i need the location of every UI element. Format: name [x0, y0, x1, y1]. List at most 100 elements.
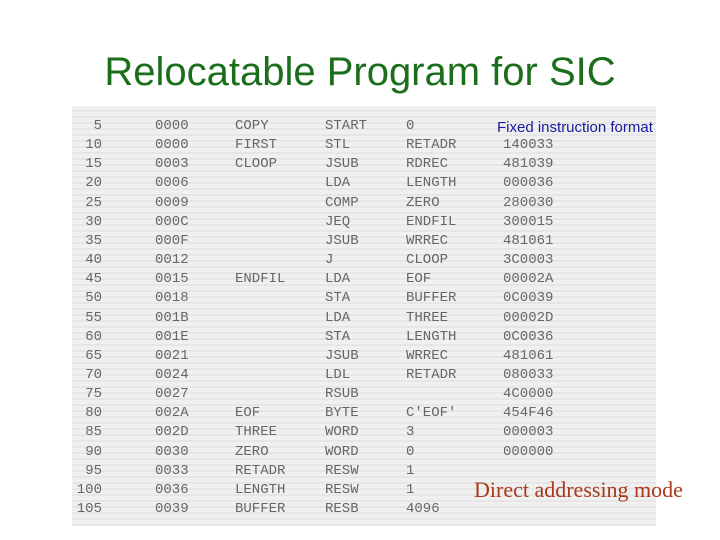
object-code: 0C0039 — [503, 290, 554, 307]
location: 0009 — [155, 194, 189, 211]
operand: LENGTH — [406, 175, 457, 192]
opcode: LDL — [325, 366, 351, 383]
opcode: LDA — [325, 309, 351, 326]
listing-row: 60 001E STA LENGTH 0C0036 — [72, 329, 656, 348]
object-code: 454F46 — [503, 405, 554, 422]
listing-row: 20 0006 LDA LENGTH 000036 — [72, 175, 656, 194]
line-number: 30 — [85, 213, 102, 230]
location: 000C — [155, 213, 189, 230]
line-number: 90 — [85, 443, 102, 460]
object-code: 000036 — [503, 175, 554, 192]
operand: 3 — [406, 424, 415, 441]
label: RETADR — [235, 462, 286, 479]
object-code: 300015 — [503, 213, 554, 230]
location: 0036 — [155, 481, 189, 498]
location: 0030 — [155, 443, 189, 460]
operand: EOF — [406, 271, 432, 288]
opcode: LDA — [325, 271, 351, 288]
listing-row: 55 001B LDA THREE 00002D — [72, 310, 656, 329]
object-code: 000000 — [503, 443, 554, 460]
line-number: 105 — [76, 501, 102, 517]
object-code: 00002A — [503, 271, 554, 288]
opcode: STA — [325, 290, 351, 307]
operand: 4096 — [406, 501, 440, 517]
location: 0018 — [155, 290, 189, 307]
line-number: 5 — [93, 118, 102, 134]
location: 0003 — [155, 156, 189, 173]
line-number: 100 — [76, 481, 102, 498]
location: 000F — [155, 232, 189, 249]
label: LENGTH — [235, 481, 286, 498]
object-code: 481039 — [503, 156, 554, 173]
opcode: J — [325, 252, 334, 269]
line-number: 40 — [85, 252, 102, 269]
location: 001E — [155, 328, 189, 345]
listing-row: 85 002D THREE WORD 3 000003 — [72, 424, 656, 443]
operand: ENDFIL — [406, 213, 457, 230]
label: ZERO — [235, 443, 269, 460]
operand: 1 — [406, 481, 415, 498]
line-number: 25 — [85, 194, 102, 211]
object-code: 4C0000 — [503, 386, 554, 403]
opcode: START — [325, 118, 368, 134]
line-number: 55 — [85, 309, 102, 326]
location: 002D — [155, 424, 189, 441]
object-code: 140033 — [503, 137, 554, 154]
operand: 1 — [406, 462, 415, 479]
object-code: 000003 — [503, 424, 554, 441]
slide-title: Relocatable Program for SIC — [104, 50, 616, 94]
object-code: 280030 — [503, 194, 554, 211]
location: 0024 — [155, 366, 189, 383]
object-code: 0C0036 — [503, 328, 554, 345]
opcode: RESW — [325, 481, 359, 498]
opcode: WORD — [325, 424, 359, 441]
listing-row: 45 0015 ENDFIL LDA EOF 00002A — [72, 271, 656, 290]
operand: 0 — [406, 118, 415, 134]
label: THREE — [235, 424, 278, 441]
operand: WRREC — [406, 232, 449, 249]
direct-addressing-note: Direct addressing mode — [474, 477, 683, 502]
listing-row: 90 0030 ZERO WORD 0 000000 — [72, 444, 656, 463]
label: FIRST — [235, 137, 278, 154]
location: 0012 — [155, 252, 189, 269]
operand: 0 — [406, 443, 415, 460]
line-number: 95 — [85, 462, 102, 479]
location: 0000 — [155, 118, 189, 134]
line-number: 65 — [85, 347, 102, 364]
operand: RETADR — [406, 137, 457, 154]
operand: RETADR — [406, 366, 457, 383]
opcode: JEQ — [325, 213, 351, 230]
listing-row: 105 0039 BUFFER RESB 4096 — [72, 501, 656, 520]
location: 0027 — [155, 386, 189, 403]
location: 0015 — [155, 271, 189, 288]
opcode: WORD — [325, 443, 359, 460]
listing-row: 80 002A EOF BYTE C'EOF' 454F46 — [72, 405, 656, 424]
location: 0039 — [155, 501, 189, 517]
object-code: 080033 — [503, 366, 554, 383]
opcode: RESB — [325, 501, 359, 517]
opcode: RESW — [325, 462, 359, 479]
line-number: 35 — [85, 232, 102, 249]
operand: THREE — [406, 309, 449, 326]
line-number: 45 — [85, 271, 102, 288]
opcode: COMP — [325, 194, 359, 211]
opcode: RSUB — [325, 386, 359, 403]
operand: CLOOP — [406, 252, 449, 269]
location: 0021 — [155, 347, 189, 364]
label: CLOOP — [235, 156, 278, 173]
line-number: 70 — [85, 366, 102, 383]
object-code: 3C0003 — [503, 252, 554, 269]
program-listing: 5 0000 COPY START 0 10 0000 FIRST STL RETADR 14003… — [72, 106, 656, 526]
listing-row: 50 0018 STA BUFFER 0C0039 — [72, 290, 656, 309]
listing-row: 10 0000 FIRST STL RETADR 140033 — [72, 137, 656, 156]
operand: BUFFER — [406, 290, 457, 307]
fixed-format-note: Fixed instruction format — [497, 119, 653, 136]
opcode: JSUB — [325, 156, 359, 173]
listing-row: 25 0009 COMP ZERO 280030 — [72, 195, 656, 214]
opcode: BYTE — [325, 405, 359, 422]
line-number: 75 — [85, 386, 102, 403]
listing-row: 65 0021 JSUB WRREC 481061 — [72, 348, 656, 367]
opcode: JSUB — [325, 232, 359, 249]
line-number: 85 — [85, 424, 102, 441]
object-code: 00002D — [503, 309, 554, 326]
